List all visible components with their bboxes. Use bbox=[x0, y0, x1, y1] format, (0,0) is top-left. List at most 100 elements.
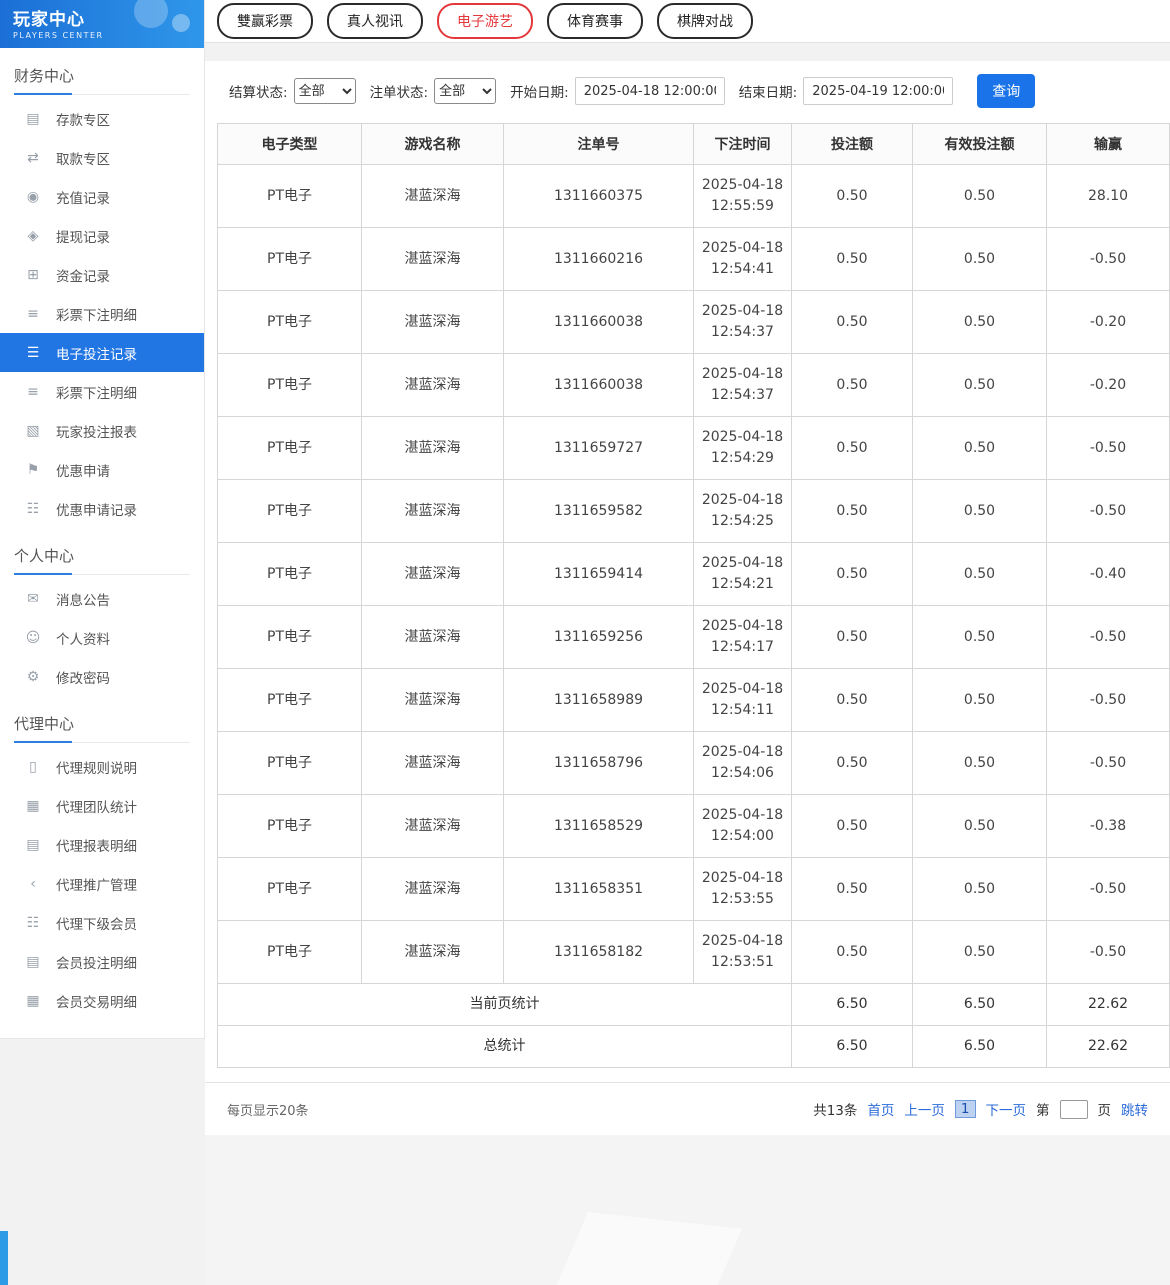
table-cell: PT电子 bbox=[218, 354, 362, 417]
table-cell: 0.50 bbox=[913, 669, 1047, 732]
sidebar-item-deposit[interactable]: ▤存款专区 bbox=[0, 99, 204, 138]
table-cell: PT电子 bbox=[218, 543, 362, 606]
table-cell: PT电子 bbox=[218, 606, 362, 669]
table-cell: -0.50 bbox=[1047, 732, 1170, 795]
table-row: PT电子湛蓝深海13116600382025-04-18 12:54:370.5… bbox=[218, 291, 1170, 354]
table-cell: 1311658796 bbox=[504, 732, 694, 795]
summary-label: 总统计 bbox=[218, 1026, 792, 1068]
next-page-link[interactable]: 下一页 bbox=[986, 1099, 1027, 1119]
agent-team-stats-icon: ▦ bbox=[24, 798, 42, 814]
sidebar-item-withdrawal-records[interactable]: ◈ 提现记录 bbox=[0, 216, 204, 255]
table-cell: 2025-04-18 12:54:37 bbox=[694, 291, 792, 354]
sidebar-header: 玩家中心 PLAYERS CENTER bbox=[0, 0, 204, 48]
sidebar-item-messages[interactable]: ✉消息公告 bbox=[0, 579, 204, 618]
table-cell: 0.50 bbox=[792, 921, 913, 984]
tab-sports[interactable]: 体育赛事 bbox=[547, 3, 643, 39]
lottery-bet-detail-icon: ≡ bbox=[24, 384, 42, 400]
sidebar-item-agent-team-stats[interactable]: ▦代理团队统计 bbox=[0, 786, 204, 825]
page-jump-input[interactable] bbox=[1060, 1100, 1088, 1119]
sidebar-item-funds-records[interactable]: ⊞资金记录 bbox=[0, 255, 204, 294]
table-cell: 2025-04-18 12:54:11 bbox=[694, 669, 792, 732]
sidebar-item-agent-report-details[interactable]: ▤代理报表明细 bbox=[0, 825, 204, 864]
table-cell: 湛蓝深海 bbox=[362, 480, 504, 543]
table-row: PT电子湛蓝深海13116595822025-04-18 12:54:250.5… bbox=[218, 480, 1170, 543]
table-cell: 2025-04-18 12:55:59 bbox=[694, 165, 792, 228]
start-date-input[interactable] bbox=[575, 77, 725, 105]
lottery-bet-detail-icon: ≡ bbox=[24, 306, 42, 322]
table-cell: 2025-04-18 12:54:06 bbox=[694, 732, 792, 795]
order-status-select[interactable]: 全部 bbox=[434, 78, 496, 104]
sidebar-item-promo-apply[interactable]: ⚑优惠申请 bbox=[0, 450, 204, 489]
table-cell: 0.50 bbox=[913, 795, 1047, 858]
page-suffix: 页 bbox=[1098, 1099, 1112, 1119]
sidebar-item-electronic-bet-records[interactable]: ☰电子投注记录 bbox=[0, 333, 204, 372]
table-cell: 湛蓝深海 bbox=[362, 354, 504, 417]
promo-apply-icon: ⚑ bbox=[24, 462, 42, 478]
sidebar-item-label: 彩票下注明细 bbox=[56, 382, 137, 402]
table-cell: 28.10 bbox=[1047, 165, 1170, 228]
table-cell: PT电子 bbox=[218, 858, 362, 921]
first-page-link[interactable]: 首页 bbox=[867, 1099, 894, 1119]
prev-page-link[interactable]: 上一页 bbox=[904, 1099, 945, 1119]
sidebar-item-withdraw[interactable]: ⇄取款专区 bbox=[0, 138, 204, 177]
withdrawal-record-icon: ◈ bbox=[24, 228, 42, 244]
table-cell: -0.50 bbox=[1047, 228, 1170, 291]
table-cell: -0.50 bbox=[1047, 858, 1170, 921]
tab-live-video[interactable]: 真人视讯 bbox=[327, 3, 423, 39]
section-title: 个人中心 bbox=[14, 536, 190, 575]
end-date-input[interactable] bbox=[803, 77, 953, 105]
jump-link[interactable]: 跳转 bbox=[1121, 1099, 1148, 1119]
table-cell: 1311660216 bbox=[504, 228, 694, 291]
table-cell: -0.50 bbox=[1047, 417, 1170, 480]
table-cell: 1311659582 bbox=[504, 480, 694, 543]
table-cell: 湛蓝深海 bbox=[362, 669, 504, 732]
sidebar-item-profile[interactable]: ☺个人资料 bbox=[0, 618, 204, 657]
page-prefix: 第 bbox=[1036, 1099, 1050, 1119]
sidebar-item-agent-members[interactable]: ☷代理下级会员 bbox=[0, 903, 204, 942]
table-cell: 湛蓝深海 bbox=[362, 858, 504, 921]
table-cell: 0.50 bbox=[792, 480, 913, 543]
table-cell: 0.50 bbox=[792, 669, 913, 732]
sidebar-item-lottery-bet-details-2[interactable]: ≡ 彩票下注明细 bbox=[0, 372, 204, 411]
sidebar-item-member-bet-details[interactable]: ▤ 会员投注明细 bbox=[0, 942, 204, 981]
decor-bubble-icon bbox=[172, 14, 190, 32]
sidebar-item-member-transactions[interactable]: ▦会员交易明细 bbox=[0, 981, 204, 1020]
sidebar-item-label: 会员交易明细 bbox=[56, 991, 137, 1011]
tab-board-games[interactable]: 棋牌对战 bbox=[657, 3, 753, 39]
table-cell: PT电子 bbox=[218, 669, 362, 732]
table-cell: 0.50 bbox=[913, 228, 1047, 291]
sidebar-item-agent-promotion[interactable]: ‹代理推广管理 bbox=[0, 864, 204, 903]
column-header: 投注额 bbox=[792, 124, 913, 165]
sidebar-item-lottery-bet-details[interactable]: ≡彩票下注明细 bbox=[0, 294, 204, 333]
table-cell: 0.50 bbox=[792, 165, 913, 228]
sidebar-item-label: 代理推广管理 bbox=[56, 874, 137, 894]
member-bet-detail-icon: ▤ bbox=[24, 954, 42, 970]
sidebar-item-change-password[interactable]: ⚙修改密码 bbox=[0, 657, 204, 696]
sidebar-item-label: 电子投注记录 bbox=[56, 343, 137, 363]
table-row: PT电子湛蓝深海13116600382025-04-18 12:54:370.5… bbox=[218, 354, 1170, 417]
sidebar-item-recharge-records[interactable]: ◉充值记录 bbox=[0, 177, 204, 216]
pager: 共13条 首页 上一页 1 下一页 第 页 跳转 bbox=[813, 1099, 1148, 1119]
section-title: 代理中心 bbox=[14, 704, 190, 743]
sidebar-item-promo-apply-records[interactable]: ☷优惠申请记录 bbox=[0, 489, 204, 528]
promo-apply-record-icon: ☷ bbox=[24, 501, 42, 517]
sidebar-item-label: 会员投注明细 bbox=[56, 952, 137, 972]
current-page[interactable]: 1 bbox=[955, 1100, 976, 1118]
table-cell: 0.50 bbox=[792, 858, 913, 921]
sidebar-item-label: 提现记录 bbox=[56, 226, 110, 246]
table-row: PT电子湛蓝深海13116585292025-04-18 12:54:000.5… bbox=[218, 795, 1170, 858]
query-button[interactable]: 查询 bbox=[977, 74, 1035, 108]
summary-row: 总统计6.506.5022.62 bbox=[218, 1026, 1170, 1068]
table-cell: 0.50 bbox=[792, 354, 913, 417]
agent-rules-icon: ▯ bbox=[24, 759, 42, 775]
sidebar-item-agent-rules[interactable]: ▯代理规则说明 bbox=[0, 747, 204, 786]
settle-status-select[interactable]: 全部 bbox=[294, 78, 356, 104]
table-cell: 0.50 bbox=[792, 606, 913, 669]
app-subtitle: PLAYERS CENTER bbox=[13, 31, 204, 40]
column-header: 注单号 bbox=[504, 124, 694, 165]
sidebar-item-player-bet-report[interactable]: ▧玩家投注报表 bbox=[0, 411, 204, 450]
player-bet-report-icon: ▧ bbox=[24, 423, 42, 439]
tab-electronic-games[interactable]: 电子游艺 bbox=[437, 3, 533, 39]
table-row: PT电子湛蓝深海13116602162025-04-18 12:54:410.5… bbox=[218, 228, 1170, 291]
tab-lottery[interactable]: 雙赢彩票 bbox=[217, 3, 313, 39]
